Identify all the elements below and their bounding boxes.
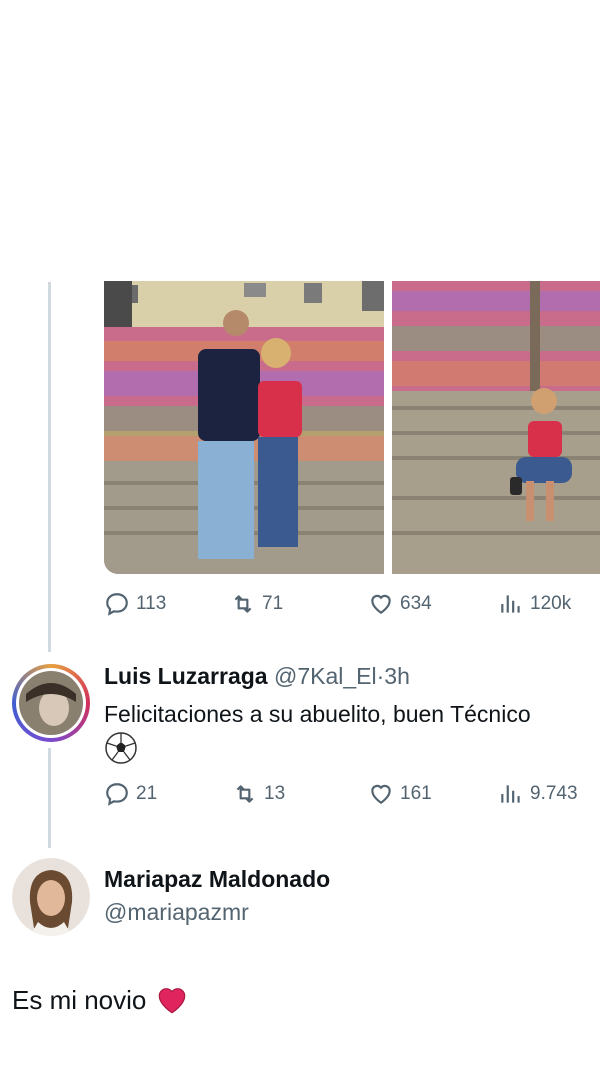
reply-actions: 21 13 161 9.743 bbox=[104, 781, 600, 811]
heart-icon bbox=[371, 594, 391, 614]
reply-author-name[interactable]: Luis Luzarraga bbox=[104, 663, 268, 689]
photo-couple[interactable] bbox=[104, 281, 384, 574]
post-author-name[interactable]: Mariapaz Maldonado bbox=[104, 866, 330, 893]
reply-avatar[interactable] bbox=[12, 664, 90, 742]
reply-button[interactable]: 113 bbox=[104, 591, 166, 617]
reply-reply-button[interactable]: 21 bbox=[104, 781, 157, 807]
reply-views-button[interactable]: 9.743 bbox=[498, 781, 578, 807]
retweet-count: 71 bbox=[262, 593, 284, 614]
reply-icon bbox=[106, 783, 128, 806]
red-heart-icon bbox=[159, 988, 186, 1014]
tweet-actions: 113 71 634 120k bbox=[104, 591, 600, 621]
thread-line-top bbox=[48, 282, 51, 652]
retweet-button[interactable]: 71 bbox=[230, 591, 283, 617]
heart-icon bbox=[371, 784, 391, 804]
post-body: Es mi novio bbox=[12, 983, 190, 1017]
post-text: Es mi novio bbox=[12, 984, 147, 1015]
retweet-icon bbox=[236, 785, 254, 803]
soccer-ball-icon bbox=[104, 731, 140, 765]
reply-retweet-button[interactable]: 13 bbox=[232, 781, 285, 807]
retweet-icon bbox=[234, 595, 252, 613]
reply-author-handle[interactable]: @7Kal_El bbox=[274, 663, 377, 689]
reply-icon bbox=[106, 593, 128, 616]
reply-text: Felicitaciones a su abuelito, buen Técni… bbox=[104, 701, 531, 727]
views-icon bbox=[501, 595, 520, 613]
reply-count: 113 bbox=[136, 593, 167, 614]
post-author-handle[interactable]: @mariapazmr bbox=[104, 899, 249, 926]
like-count: 634 bbox=[400, 593, 432, 614]
like-button[interactable]: 634 bbox=[368, 591, 432, 617]
reply-views-count: 9.743 bbox=[530, 783, 578, 804]
views-count: 120k bbox=[530, 593, 572, 614]
reply-like-button[interactable]: 161 bbox=[368, 781, 432, 807]
tweet-media[interactable] bbox=[104, 281, 600, 574]
reply-header: Luis Luzarraga @7Kal_El·3h bbox=[104, 663, 410, 690]
reply-time[interactable]: 3h bbox=[384, 663, 410, 689]
views-button[interactable]: 120k bbox=[498, 591, 571, 617]
reply-retweet-count: 13 bbox=[264, 783, 286, 804]
reply-like-count: 161 bbox=[400, 783, 432, 804]
thread-line-bottom bbox=[48, 748, 51, 848]
photo-woman-stairs[interactable] bbox=[392, 281, 600, 574]
views-icon bbox=[501, 785, 520, 803]
reply-reply-count: 21 bbox=[136, 783, 158, 804]
post-avatar[interactable] bbox=[12, 858, 90, 936]
